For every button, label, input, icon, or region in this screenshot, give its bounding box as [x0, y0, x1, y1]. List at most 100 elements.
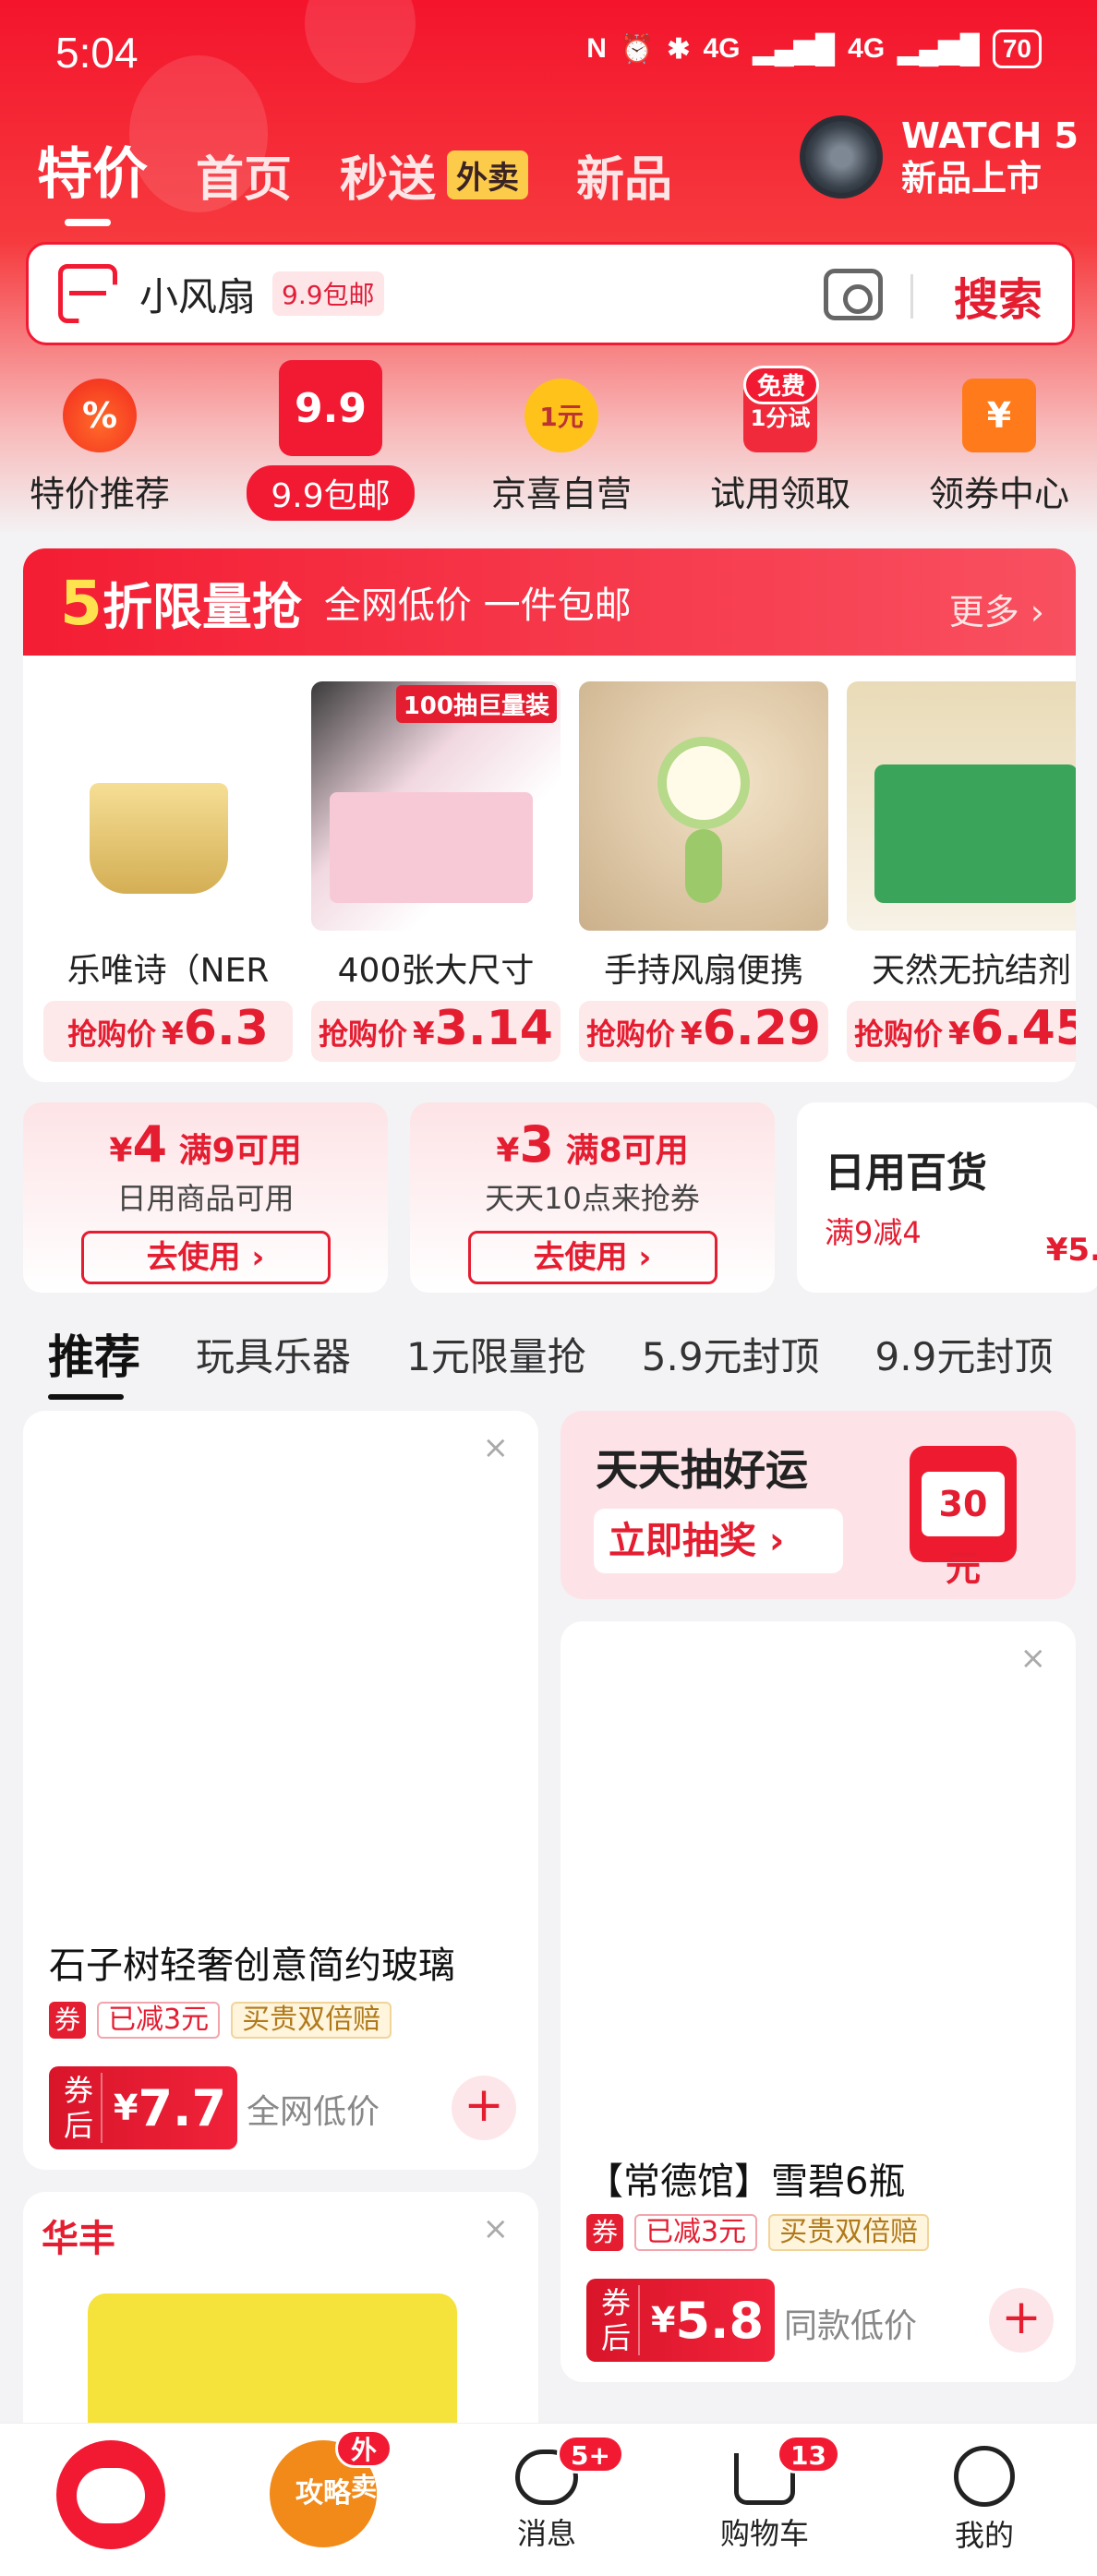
currency: ¥	[114, 2088, 139, 2128]
nav-profile[interactable]: 我的	[915, 2440, 1054, 2555]
product-feed-card[interactable]: × 【常德馆】雪碧6瓶 券 已减3元 买贵双倍赔 券后 ¥5.8 同款低价 +	[561, 1621, 1076, 2382]
currency: ¥	[109, 1132, 133, 1170]
price-value: 7.7	[138, 2078, 227, 2137]
coupon-value: 4	[132, 1115, 168, 1174]
tab-9-9[interactable]: 9.9元封顶	[875, 1326, 1054, 1382]
gift-box-icon: 9.9	[279, 360, 382, 456]
product-name: 手持风扇便携	[603, 952, 803, 990]
brand-logo: 华丰	[42, 2218, 115, 2260]
lottery-banner[interactable]: 天天抽好运 立即抽奖 › 30元	[561, 1411, 1076, 1599]
coupon-row: ¥4 满9可用 日用商品可用 去使用 › ¥3 满8可用 天天10点来抢券 去使…	[23, 1102, 1097, 1293]
tab-one-yuan[interactable]: 1元限量抢	[406, 1326, 586, 1382]
quick-link-tejia[interactable]: % 特价推荐	[7, 379, 192, 516]
lottery-coupon-value: 30元	[922, 1472, 1005, 1589]
search-button[interactable]: 搜索	[954, 263, 1043, 328]
mascot-home-icon	[56, 2440, 165, 2549]
tab-5-9[interactable]: 5.9元封顶	[642, 1326, 820, 1382]
flash-sale-header: 5折限量抢 全网低价 一件包邮 更多 ›	[23, 548, 1076, 656]
search-bar[interactable]: 小风扇 9.9包邮 搜索	[26, 242, 1075, 345]
tab-toys[interactable]: 玩具乐器	[196, 1326, 351, 1382]
product-card[interactable]: 100抽巨量装 400张大尺寸 抢购价 ¥3.14	[311, 681, 561, 1062]
nav-label: 消息	[516, 2516, 576, 2551]
alarm-icon: ⏰	[619, 33, 655, 65]
bluetooth-icon: ✱	[667, 33, 691, 65]
search-tag: 9.9包邮	[272, 271, 384, 316]
product-card[interactable]: 乐唯诗（NER 抢购价 ¥6.3	[43, 681, 293, 1062]
nav-messages[interactable]: 消息 5+	[477, 2435, 624, 2553]
coupon-tag: 券	[49, 2002, 86, 2039]
price-note: 全网低价	[247, 2093, 380, 2131]
quick-link-label: 领券中心	[928, 474, 1069, 514]
search-input[interactable]: 小风扇	[139, 266, 256, 322]
add-to-cart-button[interactable]: +	[452, 2076, 516, 2140]
free-badge: 免费	[743, 366, 820, 404]
tab-new[interactable]: 新品	[576, 140, 672, 210]
status-time: 5:04	[55, 29, 139, 77]
scan-icon[interactable]	[58, 264, 117, 323]
quick-link-99[interactable]: 9.9 9.9包邮	[238, 360, 423, 521]
product-feed-card[interactable]: × 石子树轻奢创意简约玻璃 券 已减3元 买贵双倍赔 券后 ¥7.7 全网低价 …	[23, 1411, 538, 2170]
close-icon[interactable]: ×	[1020, 1640, 1047, 1677]
flash-sale-subtitle: 全网低价 一件包邮	[323, 584, 632, 627]
daily-goods-title: 日用百货	[825, 1150, 987, 1197]
tab-label: 秒送	[340, 152, 437, 208]
tab-recommend[interactable]: 推荐	[48, 1320, 140, 1400]
price-value: 3.14	[434, 1001, 553, 1056]
nav-home[interactable]	[42, 2440, 180, 2549]
quick-link-jingxi[interactable]: 1元 京喜自营	[469, 379, 654, 516]
coupon-card[interactable]: ¥4 满9可用 日用商品可用 去使用 ›	[23, 1102, 388, 1293]
nav-cart[interactable]: 购物车 13	[695, 2435, 840, 2553]
quick-link-label: 京喜自营	[490, 474, 632, 514]
product-name: 乐唯诗（NER	[66, 952, 270, 990]
flash-sale-title: 5折限量抢	[60, 566, 302, 639]
flash-products: 乐唯诗（NER 抢购价 ¥6.3 100抽巨量装 400张大尺寸 抢购价 ¥3.14…	[23, 681, 1076, 1069]
watch-icon	[800, 115, 883, 199]
product-price: 抢购价 ¥3.14	[311, 1001, 561, 1062]
quick-link-trial[interactable]: 1分试 试用领取 免费	[688, 366, 873, 516]
coupon-condition: 满8可用	[565, 1132, 689, 1170]
currency: ¥	[496, 1132, 520, 1170]
product-tags: 券 已减3元 买贵双倍赔	[49, 2002, 392, 2039]
quick-link-coupon[interactable]: ¥ 领券中心	[907, 379, 1091, 516]
daily-goods-card[interactable]: 日用百货 满9减4 ¥5.	[797, 1102, 1097, 1293]
watch-promo-banner[interactable]: WATCH 5 新品上市	[783, 102, 1097, 212]
add-to-cart-button[interactable]: +	[989, 2288, 1054, 2353]
message-badge: 5+	[557, 2435, 624, 2474]
currency: ¥	[651, 2300, 676, 2341]
product-tags: 券 已减3元 买贵双倍赔	[586, 2214, 930, 2251]
close-icon[interactable]: ×	[483, 2210, 510, 2247]
currency: ¥	[413, 1016, 435, 1053]
after-coupon-price: 券后 ¥7.7	[49, 2066, 237, 2149]
tab-miaosong[interactable]: 秒送 外卖	[340, 140, 529, 210]
product-card[interactable]: 天然无抗结剂 抢购价 ¥6.45	[847, 681, 1076, 1062]
tab-label: 首页	[196, 152, 293, 208]
tab-home[interactable]: 首页	[196, 140, 292, 210]
camera-icon[interactable]	[824, 269, 883, 320]
waimai-badge: 外卖	[447, 150, 529, 199]
more-link[interactable]: 更多 ›	[949, 584, 1044, 634]
status-bar: 5:04 N ⏰ ✱ 4G ▂▄▆█ 4G ▂▄▆█ 70	[0, 0, 1097, 106]
coupon-card[interactable]: ¥3 满8可用 天天10点来抢券 去使用 ›	[410, 1102, 775, 1293]
currency: ¥	[162, 1016, 184, 1053]
product-badge: 100抽巨量装	[395, 685, 557, 723]
fire-percent-icon: %	[63, 379, 137, 452]
product-price: 抢购价 ¥6.45	[847, 1001, 1076, 1062]
one-yuan-badge-icon: 1元	[524, 379, 598, 452]
close-icon[interactable]: ×	[483, 1429, 510, 1466]
product-card[interactable]: 手持风扇便携 抢购价 ¥6.29	[579, 681, 828, 1062]
lottery-button[interactable]: 立即抽奖 ›	[594, 1509, 843, 1573]
divider	[910, 274, 913, 319]
tab-tejia[interactable]: 特价	[37, 129, 148, 226]
nav-strategy[interactable]: 攻略 外卖	[254, 2429, 392, 2547]
coupon-value: 3	[519, 1115, 555, 1174]
use-coupon-button[interactable]: 去使用 ›	[80, 1231, 331, 1284]
product-price: 抢购价 ¥6.3	[43, 1001, 293, 1062]
price-label: 券后	[594, 2285, 640, 2355]
product-name: 天然无抗结剂	[871, 952, 1071, 990]
signal-bars-icon: ▂▄▆█	[898, 33, 980, 65]
battery-icon: 70	[992, 30, 1042, 68]
profile-icon	[954, 2446, 1015, 2507]
use-coupon-button[interactable]: 去使用 ›	[467, 1231, 717, 1284]
status-icons: N ⏰ ✱ 4G ▂▄▆█ 4G ▂▄▆█ 70	[586, 30, 1042, 68]
product-image-tissue: 100抽巨量装	[311, 681, 561, 931]
